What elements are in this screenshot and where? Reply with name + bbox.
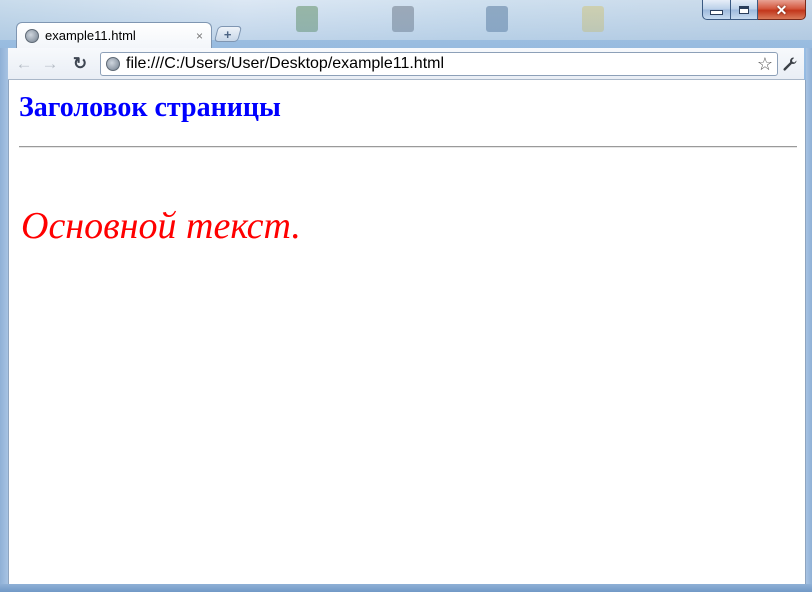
wrench-menu-button[interactable] — [780, 54, 800, 74]
browser-window: ✕ example11.html × + ← → ↻ file:///C:/Us… — [0, 0, 812, 592]
reload-button[interactable]: ↻ — [70, 54, 90, 74]
minimize-icon — [710, 10, 723, 15]
horizontal-rule — [19, 146, 797, 148]
plus-icon: + — [224, 26, 232, 42]
back-button[interactable]: ← — [14, 54, 34, 74]
title-bar: ✕ example11.html × + — [0, 0, 812, 48]
caption-buttons: ✕ — [702, 0, 806, 22]
star-icon[interactable]: ☆ — [757, 55, 773, 73]
reload-icon: ↻ — [72, 54, 88, 73]
window-border-left — [0, 48, 8, 584]
minimize-button[interactable] — [702, 0, 731, 20]
tab-title: example11.html — [45, 28, 136, 43]
forward-button[interactable]: → — [40, 54, 60, 74]
forward-arrow-icon: → — [41, 54, 59, 73]
wrench-icon — [783, 57, 797, 71]
tab-close-icon[interactable]: × — [196, 29, 203, 43]
maximize-icon — [739, 5, 749, 14]
back-arrow-icon: ← — [15, 54, 33, 73]
page-content: Заголовок страницы Основной текст. — [8, 80, 806, 584]
close-window-button[interactable]: ✕ — [758, 0, 806, 20]
new-tab-button[interactable]: + — [213, 26, 243, 42]
window-border-bottom — [0, 584, 812, 592]
tab-example11[interactable]: example11.html × — [16, 22, 212, 48]
window-border-right — [806, 48, 812, 584]
main-text: Основной текст. — [21, 205, 301, 247]
browser-toolbar: ← → ↻ file:///C:/Users/User/Desktop/exam… — [8, 48, 804, 80]
globe-icon — [25, 28, 39, 43]
globe-icon — [106, 57, 120, 71]
address-url[interactable]: file:///C:/Users/User/Desktop/example11.… — [126, 55, 757, 73]
page-heading: Заголовок страницы — [19, 92, 281, 123]
address-bar[interactable]: file:///C:/Users/User/Desktop/example11.… — [100, 52, 778, 76]
maximize-button[interactable] — [731, 0, 758, 20]
close-icon: ✕ — [775, 1, 788, 18]
